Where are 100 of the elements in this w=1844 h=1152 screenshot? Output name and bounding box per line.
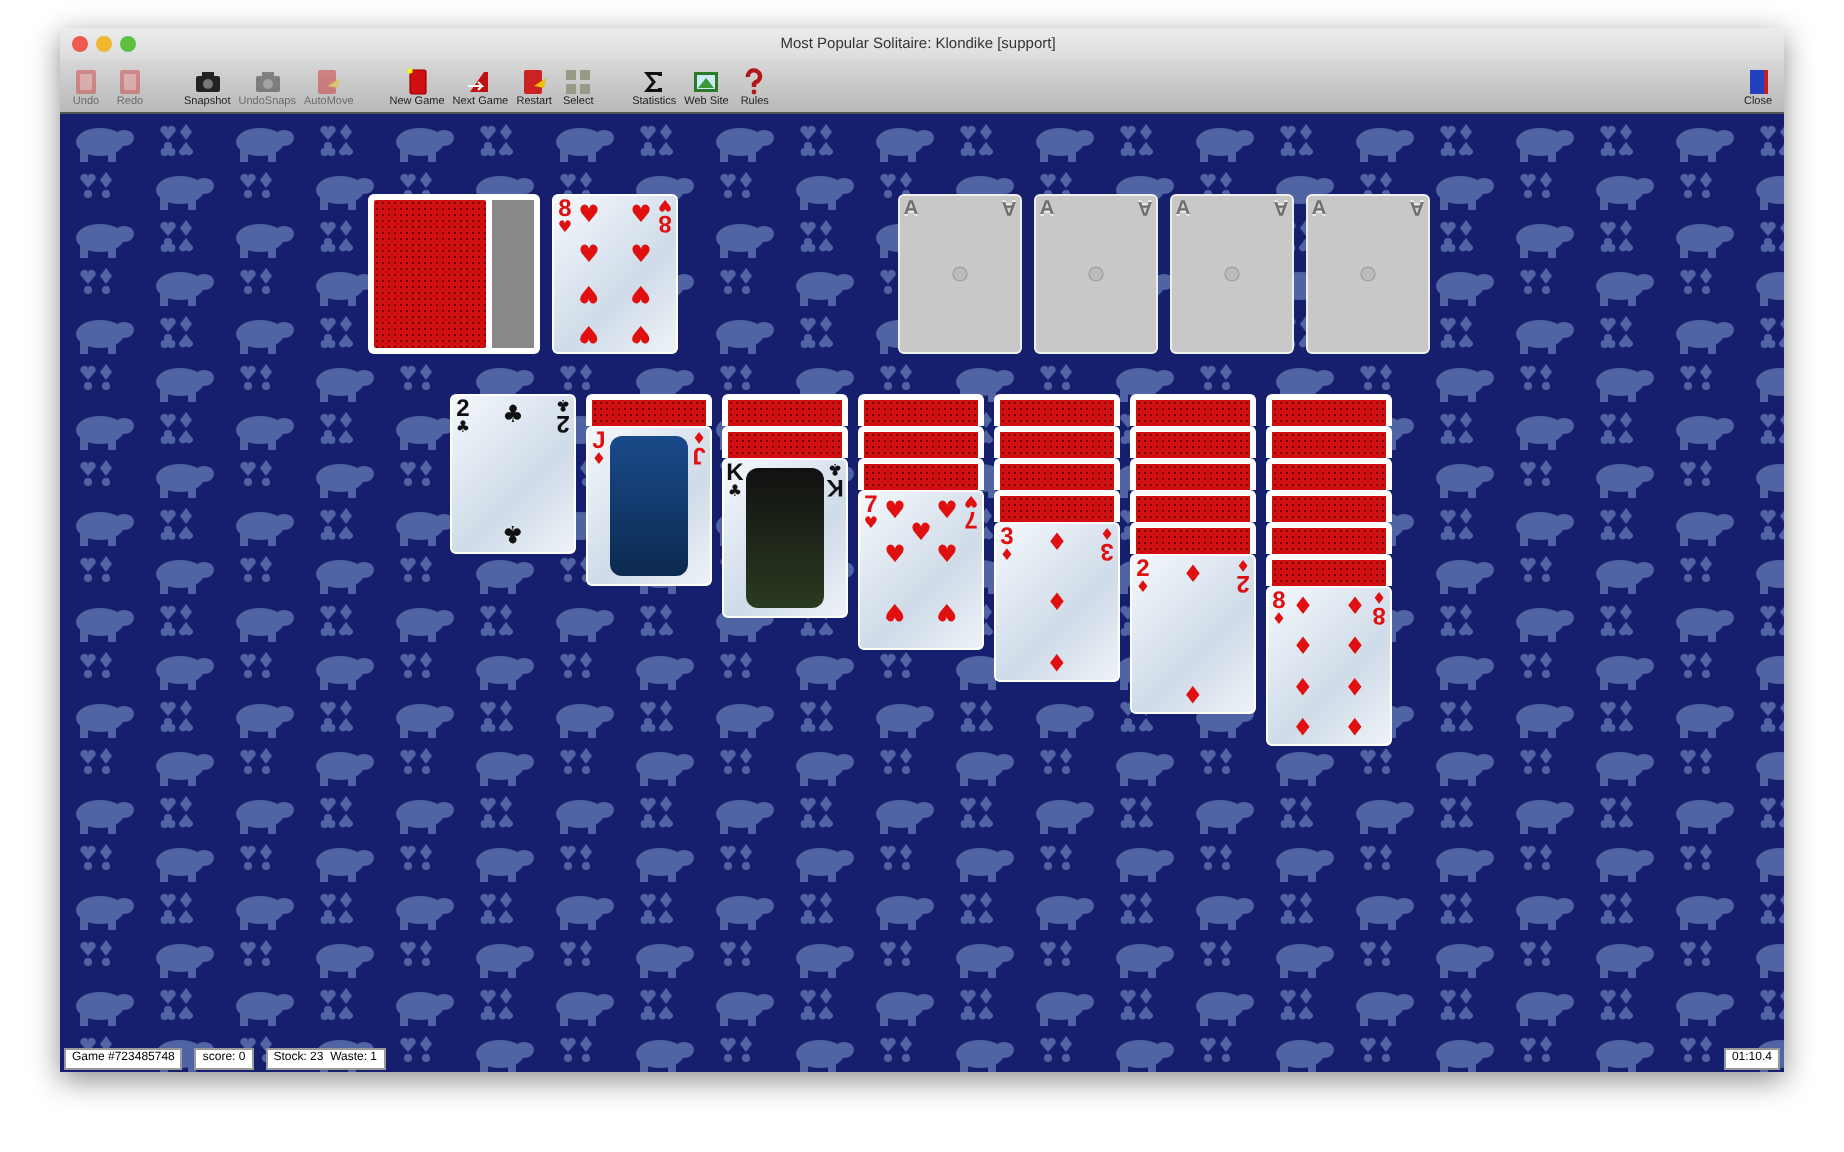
rank-label: 7 <box>864 494 878 516</box>
card-icon <box>403 68 432 96</box>
suit-pip: ♦ <box>1292 674 1314 697</box>
card-icon <box>72 68 100 96</box>
camera-icon <box>193 68 222 96</box>
card-back[interactable] <box>994 458 1120 490</box>
playing-card[interactable]: J ♦ J ♦ <box>586 426 712 586</box>
playing-card[interactable]: 2 ♦ ♦ ♦ 2 ♦ <box>1130 554 1256 714</box>
suit-symbol: ♣ <box>727 484 743 500</box>
photo-placeholder <box>746 468 824 608</box>
rank-label: 2 <box>556 412 570 434</box>
suit-pip: ♥ <box>630 282 652 305</box>
suit-symbol: ♦ <box>1235 556 1251 572</box>
card-back[interactable] <box>858 458 984 490</box>
suit-pip: ♥ <box>936 600 958 623</box>
card-back[interactable] <box>1266 394 1392 426</box>
suit-pip: ♥ <box>630 322 652 344</box>
card-back[interactable] <box>1266 490 1392 522</box>
card-back[interactable] <box>586 394 712 426</box>
close-icon[interactable] <box>72 36 88 52</box>
suit-symbol: ♥ <box>657 196 673 212</box>
suit-symbol: ♥ <box>863 516 879 532</box>
rank-label: A <box>1001 196 1017 218</box>
rank-label: 3 <box>1000 526 1014 548</box>
rank-label: 8 <box>558 198 572 220</box>
suit-symbol: ♦ <box>1271 612 1287 628</box>
rank-label: A <box>903 198 919 220</box>
rank-label: A <box>1273 196 1289 218</box>
foundation-slot[interactable]: A A <box>1170 194 1294 354</box>
card-back[interactable] <box>1266 522 1392 554</box>
card-back[interactable] <box>1130 522 1256 554</box>
rank-label: A <box>1311 198 1327 220</box>
card-back[interactable] <box>1130 426 1256 458</box>
rank-label: 2 <box>456 398 470 420</box>
suit-pip: ♥ <box>936 500 958 522</box>
suit-pip: ♥ <box>884 600 906 623</box>
suit-symbol: ♣ <box>827 460 843 476</box>
suit-symbol: ♣ <box>555 396 571 412</box>
rank-label: A <box>1175 198 1191 220</box>
card-back[interactable] <box>722 426 848 458</box>
card-back[interactable] <box>994 394 1120 426</box>
suit-pip: ♦ <box>1182 564 1204 586</box>
rank-label: 3 <box>1100 540 1114 562</box>
suit-symbol: ♥ <box>963 492 979 508</box>
suit-symbol: ♦ <box>591 452 607 468</box>
foundation-slot[interactable]: A A <box>898 194 1022 354</box>
suit-pip: ♦ <box>1344 714 1366 736</box>
circle-icon <box>1088 266 1104 282</box>
rank-label: J <box>692 444 706 466</box>
suit-pip: ♣ <box>502 522 524 544</box>
rank-label: 8 <box>658 212 672 234</box>
card-back[interactable] <box>1266 554 1392 586</box>
suit-pip: ♦ <box>1046 532 1068 554</box>
card-back[interactable] <box>722 394 848 426</box>
rank-label: J <box>592 430 606 452</box>
rank-label: K <box>826 476 844 498</box>
suit-symbol: ♦ <box>1099 524 1115 540</box>
suit-pip: ♦ <box>1046 591 1068 613</box>
suit-pip: ♦ <box>1292 714 1314 736</box>
suit-pip: ♦ <box>1292 635 1314 658</box>
foundation-slot[interactable]: A A <box>1306 194 1430 354</box>
playing-card[interactable]: 3 ♦ ♦ ♦ ♦ 3 ♦ <box>994 522 1120 682</box>
playing-card[interactable]: K ♣ K ♣ <box>722 458 848 618</box>
circle-icon <box>952 266 968 282</box>
rank-label: 8 <box>1372 604 1386 626</box>
suit-pip: ♦ <box>1344 596 1366 618</box>
suit-pip: ♥ <box>630 204 652 226</box>
stock-pile[interactable] <box>368 194 540 354</box>
suit-pip: ♦ <box>1292 596 1314 618</box>
photo-placeholder <box>610 436 688 576</box>
suit-symbol: ♦ <box>999 548 1015 564</box>
card-back[interactable] <box>858 394 984 426</box>
suit-pip: ♦ <box>1344 635 1366 658</box>
card-back[interactable] <box>994 490 1120 522</box>
suit-symbol: ♦ <box>1135 580 1151 596</box>
rank-label: 8 <box>1272 590 1286 612</box>
door-icon <box>1744 68 1772 96</box>
rank-label: A <box>1039 198 1055 220</box>
suit-pip: ♥ <box>578 243 600 266</box>
foundation-slot[interactable]: A A <box>1034 194 1158 354</box>
suit-pip: ♥ <box>884 544 906 566</box>
picture-icon <box>692 68 721 96</box>
suit-symbol: ♥ <box>557 220 573 236</box>
suit-pip: ♥ <box>884 500 906 522</box>
rank-label: 7 <box>964 508 978 530</box>
card-back[interactable] <box>1130 458 1256 490</box>
card-back[interactable] <box>994 426 1120 458</box>
suit-pip: ♣ <box>502 404 524 426</box>
card-back[interactable] <box>1266 426 1392 458</box>
card-back[interactable] <box>858 426 984 458</box>
playing-card[interactable]: 2 ♣ ♣ ♣ 2 ♣ <box>450 394 576 554</box>
rank-label: A <box>1137 196 1153 218</box>
card-icon <box>116 68 144 96</box>
suit-pip: ♦ <box>1344 674 1366 697</box>
rank-label: 2 <box>1236 572 1250 594</box>
suit-symbol: ♣ <box>455 420 471 436</box>
rank-label: A <box>1409 196 1425 218</box>
card-back[interactable] <box>1266 458 1392 490</box>
card-back[interactable] <box>1130 490 1256 522</box>
card-back[interactable] <box>1130 394 1256 426</box>
